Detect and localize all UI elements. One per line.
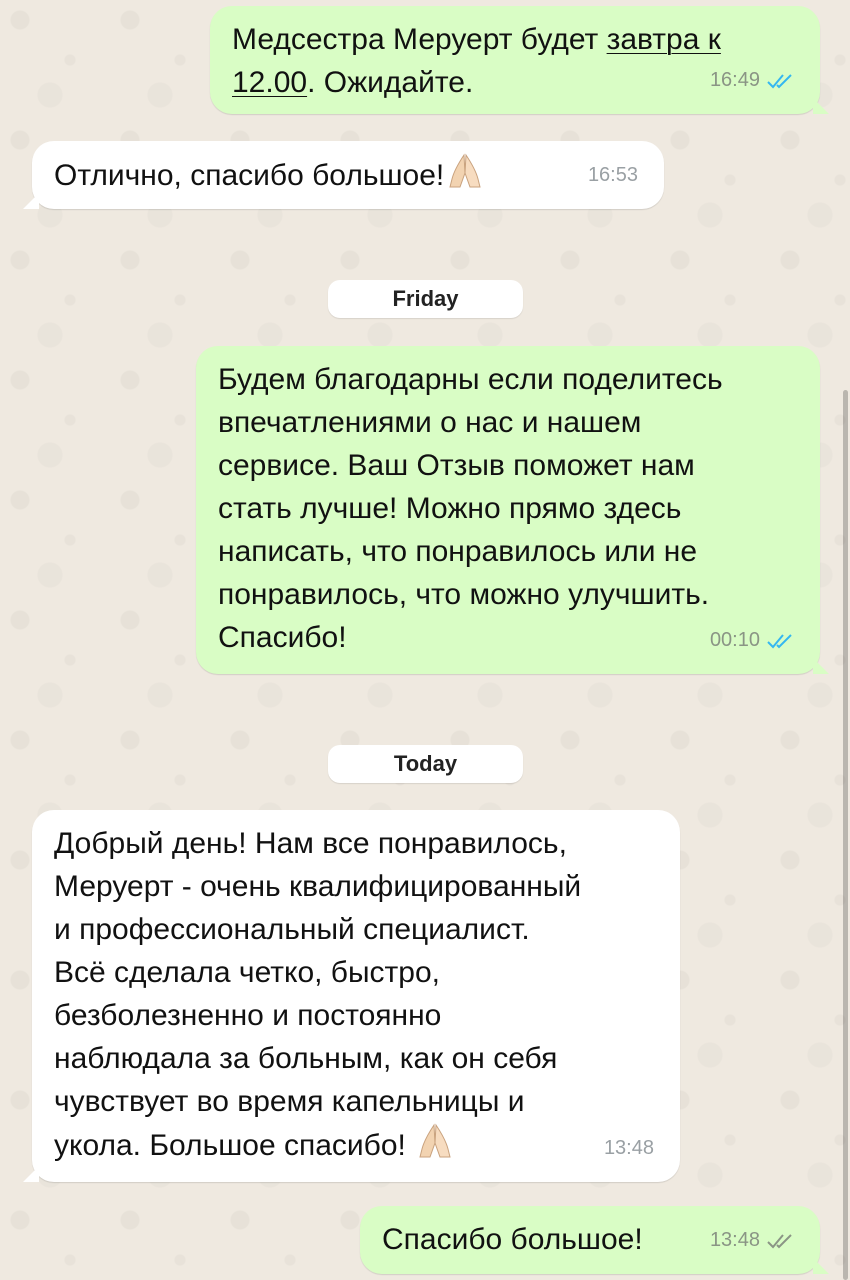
date-separator: Friday	[328, 280, 523, 318]
message-time: 00:10	[709, 629, 760, 651]
message-meta: 13:48	[710, 1219, 794, 1262]
folded-hands-icon	[446, 153, 484, 201]
message-link[interactable]: завтра к	[607, 23, 721, 56]
message-bubble-incoming[interactable]: Добрый день! Нам все понравилось, Меруер…	[23, 810, 680, 1182]
delivered-ticks-icon	[767, 1233, 792, 1248]
message-bubble-outgoing[interactable]: Медсестра Меруерт будет завтра к 12.00. …	[210, 6, 829, 114]
message-link[interactable]: 12.00	[232, 66, 307, 99]
read-ticks-icon	[767, 73, 792, 88]
message-text: Добрый день! Нам все понравилось, Меруер…	[54, 822, 656, 1171]
message-meta: 13:48	[604, 1127, 654, 1170]
message-bubble-outgoing[interactable]: Будем благодарны если поделитесь впечатл…	[196, 346, 829, 674]
message-text: Будем благодарны если поделитесь впечатл…	[218, 363, 723, 654]
date-separator: Today	[328, 745, 523, 783]
message-time: 13:48	[709, 1229, 760, 1251]
message-bubble-incoming[interactable]: Отлично, спасибо большое! 16:53	[23, 141, 664, 209]
message-time: 16:49	[709, 69, 760, 91]
message-bubble-outgoing[interactable]: Спасибо большое! 13:48	[360, 1206, 829, 1274]
folded-hands-icon	[416, 1123, 454, 1171]
message-meta: 16:53	[588, 154, 638, 197]
message-meta: 00:10	[710, 619, 794, 662]
scrollbar[interactable]	[843, 390, 848, 1280]
message-time: 16:53	[587, 164, 638, 186]
read-ticks-icon	[767, 633, 792, 648]
message-meta: 16:49	[710, 59, 794, 102]
message-text: Отлично, спасибо большое!	[54, 153, 640, 201]
message-time: 13:48	[603, 1137, 654, 1159]
